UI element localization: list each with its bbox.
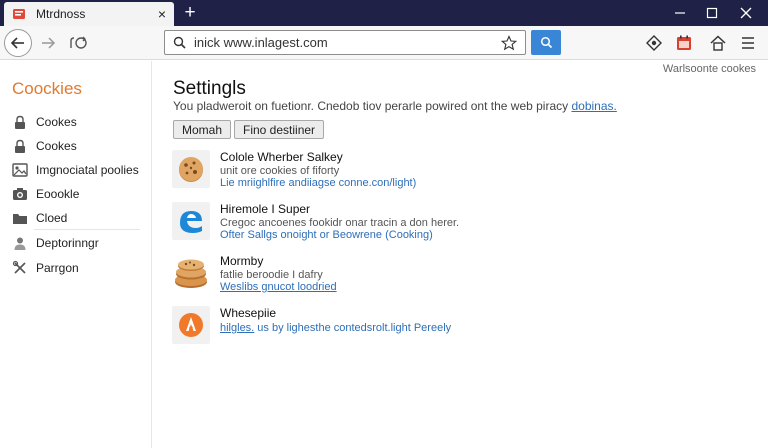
- find-designer-button[interactable]: Fino destiiner: [234, 120, 325, 139]
- home-icon[interactable]: [708, 33, 728, 53]
- list-item[interactable]: Colole Wherber Salkey unit ore cookies o…: [172, 150, 752, 194]
- page-title: Settingls: [173, 78, 246, 99]
- sidebar-item-deptorinngr[interactable]: Deptorinngr: [12, 233, 140, 253]
- description-text: You pladweroit on fuetionr. Cnedob tiov …: [173, 99, 569, 113]
- sidebar-item-cloed[interactable]: Cloed: [12, 208, 140, 228]
- sidebar-title: Coockies: [12, 79, 82, 98]
- sidebar-item-images[interactable]: Imgnociatal poolies: [12, 160, 140, 180]
- person-icon: [12, 235, 28, 251]
- forward-button[interactable]: [34, 29, 62, 57]
- sidebar-item-eookle[interactable]: Eoookle: [12, 184, 140, 204]
- browser-favicon-icon: [13, 9, 25, 19]
- sidebar-item-label: Deptorinngr: [36, 236, 99, 250]
- address-bar[interactable]: inick www.inlagest.com: [164, 30, 526, 55]
- sidebar: Coockies Cookes Cookes Imgnociatal pooli…: [0, 61, 152, 448]
- lock-icon: [12, 114, 28, 130]
- entry-link-text[interactable]: us by lighesthe contedsrolt.light Pereel…: [254, 322, 451, 334]
- browser-tab[interactable]: Mtrdnoss ×: [4, 2, 174, 26]
- search-icon: [173, 36, 186, 49]
- shield-icon[interactable]: [644, 33, 664, 53]
- settings-description: You pladweroit on fuetionr. Cnedob tiov …: [173, 99, 617, 113]
- lock-icon: [12, 138, 28, 154]
- new-tab-button[interactable]: +: [181, 2, 199, 24]
- sidebar-item-parrgon[interactable]: Parrgon: [12, 258, 140, 278]
- camera-icon: [12, 186, 28, 202]
- sidebar-item-label: Parrgon: [36, 261, 79, 275]
- entry-name: Whesepiie: [220, 306, 277, 320]
- cookie-stack-icon: [172, 254, 210, 292]
- tab-title: Mtrdnoss: [36, 7, 86, 21]
- star-icon[interactable]: [501, 34, 517, 51]
- momah-button[interactable]: Momah: [173, 120, 232, 139]
- search-go-button[interactable]: [531, 30, 561, 55]
- calendar-icon[interactable]: [674, 33, 694, 53]
- tools-icon: [12, 260, 28, 276]
- entry-link[interactable]: Ofter Sallgs onoight or Beowrene (Cookin…: [220, 229, 433, 241]
- list-item[interactable]: Whesepiie hilgles. us by lighesthe conte…: [172, 306, 752, 350]
- entry-description: fatlie beroodie I dafry: [220, 269, 323, 281]
- sidebar-item-label: Eoookle: [36, 187, 80, 201]
- browser-toolbar: inick www.inlagest.com: [0, 26, 768, 60]
- search-icon: [540, 36, 552, 49]
- forward-arrow-icon: [42, 37, 56, 49]
- sidebar-divider: [34, 229, 140, 230]
- entry-description: unit ore cookies of fiforty: [220, 165, 340, 177]
- privacy-link[interactable]: dobinas.: [571, 99, 616, 113]
- url-text[interactable]: inick www.inlagest.com: [194, 35, 501, 50]
- folder-icon: [12, 210, 28, 226]
- close-window-icon[interactable]: [726, 0, 766, 26]
- list-item[interactable]: Hiremole I Super Cregoc ancoenes fookidr…: [172, 202, 752, 246]
- entry-name: Colole Wherber Salkey: [220, 150, 343, 164]
- sidebar-item-cookies-2[interactable]: Cookes: [12, 136, 140, 156]
- edge-icon: [172, 202, 210, 240]
- sidebar-item-label: Cloed: [36, 211, 68, 225]
- back-arrow-icon: [10, 37, 24, 49]
- entry-description: Cregoc ancoenes fookidr onar tracin a do…: [220, 217, 460, 229]
- image-icon: [12, 162, 28, 178]
- reload-icon: [70, 36, 87, 49]
- sidebar-item-cookies[interactable]: Cookes: [12, 112, 140, 132]
- list-item[interactable]: Mormby fatlie beroodie I dafry Weslibs g…: [172, 254, 752, 298]
- sidebar-item-label: Cookes: [36, 115, 77, 129]
- entry-link[interactable]: Weslibs gnucot loodried: [220, 281, 337, 293]
- entry-link[interactable]: Lie mriighlfire andiiagse conne.con/ligh…: [220, 177, 416, 189]
- cookie-icon: [172, 150, 210, 188]
- sidebar-item-label: Imgnociatal poolies: [36, 163, 139, 177]
- tab-close-icon[interactable]: ×: [158, 7, 166, 21]
- back-button[interactable]: [4, 29, 32, 57]
- reload-button[interactable]: [64, 29, 92, 57]
- entry-link-prefix[interactable]: hilgles.: [220, 322, 254, 334]
- entry-name: Mormby: [220, 254, 264, 268]
- title-bar: Mtrdnoss × +: [0, 0, 768, 26]
- menu-icon[interactable]: [738, 33, 758, 53]
- entry-link: hilgles. us by lighesthe contedsrolt.lig…: [220, 322, 451, 334]
- entry-name: Hiremole I Super: [220, 202, 311, 216]
- page-content: Coockies Cookes Cookes Imgnociatal pooli…: [0, 61, 768, 448]
- flame-icon: [172, 306, 210, 344]
- sidebar-item-label: Cookes: [36, 139, 77, 153]
- manage-cookies-link[interactable]: Warlsoonte cookes: [663, 63, 756, 75]
